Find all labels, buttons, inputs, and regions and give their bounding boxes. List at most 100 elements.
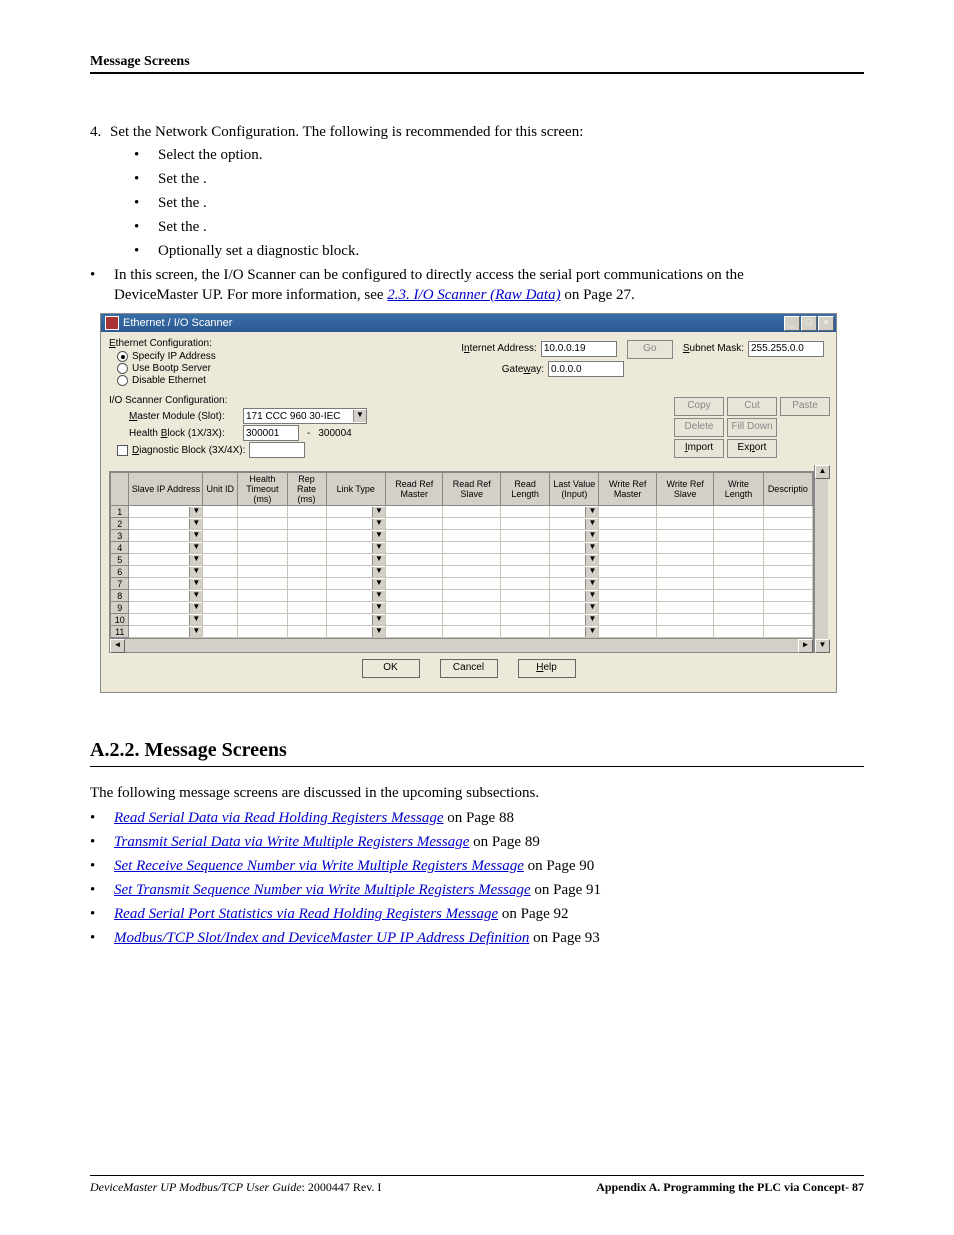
chevron-down-icon[interactable]: ▼ <box>372 555 385 565</box>
scroll-up-icon: ▲ <box>815 465 830 479</box>
list-item: •Read Serial Data via Read Holding Regis… <box>90 808 864 828</box>
outer-bullet: • In this screen, the I/O Scanner can be… <box>90 265 864 305</box>
chevron-down-icon[interactable]: ▼ <box>585 567 598 577</box>
health-from-input[interactable] <box>243 425 299 441</box>
paste-button[interactable]: Paste <box>780 397 830 416</box>
radio-specify-ip[interactable]: Specify IP Address <box>117 351 379 362</box>
table-row[interactable]: 5▼▼▼ <box>111 554 813 566</box>
chevron-down-icon[interactable]: ▼ <box>585 591 598 601</box>
cancel-button[interactable]: Cancel <box>440 659 498 678</box>
chevron-down-icon[interactable]: ▼ <box>189 543 202 553</box>
table-row[interactable]: 4▼▼▼ <box>111 542 813 554</box>
chevron-down-icon[interactable]: ▼ <box>372 567 385 577</box>
section-link[interactable]: Modbus/TCP Slot/Index and DeviceMaster U… <box>114 930 529 946</box>
eth-cfg-label: Ethernet Configuration: <box>109 338 379 349</box>
chevron-down-icon[interactable]: ▼ <box>189 567 202 577</box>
chevron-down-icon[interactable]: ▼ <box>189 615 202 625</box>
section-link[interactable]: Set Transmit Sequence Number via Write M… <box>114 882 531 898</box>
section-heading: A.2.2. Message Screens <box>90 739 864 762</box>
subnet-input[interactable] <box>748 341 824 357</box>
chevron-down-icon[interactable]: ▼ <box>372 507 385 517</box>
chevron-down-icon[interactable]: ▼ <box>189 603 202 613</box>
section-link[interactable]: Transmit Serial Data via Write Multiple … <box>114 834 469 850</box>
export-button[interactable]: Export <box>727 439 777 458</box>
table-row[interactable]: 2▼▼▼ <box>111 518 813 530</box>
ob-line2a: DeviceMaster UP. For more information, s… <box>114 287 387 303</box>
col-header: Descriptio <box>763 473 812 506</box>
table-row[interactable]: 3▼▼▼ <box>111 530 813 542</box>
chevron-down-icon[interactable]: ▼ <box>189 507 202 517</box>
section-intro: The following message screens are discus… <box>90 785 864 802</box>
close-icon[interactable]: × <box>818 316 834 331</box>
chevron-down-icon[interactable]: ▼ <box>585 543 598 553</box>
chevron-down-icon[interactable]: ▼ <box>372 591 385 601</box>
chevron-down-icon[interactable]: ▼ <box>372 579 385 589</box>
col-header: Read Ref Slave <box>443 473 500 506</box>
chevron-down-icon[interactable]: ▼ <box>372 603 385 613</box>
horizontal-scrollbar[interactable]: ◄ ► <box>110 638 813 652</box>
maximize-icon[interactable]: □ <box>801 316 817 331</box>
master-module-dropdown[interactable]: 171 CCC 960 30-IEC▼ <box>243 408 367 424</box>
chevron-down-icon[interactable]: ▼ <box>189 555 202 565</box>
chevron-down-icon[interactable]: ▼ <box>189 519 202 529</box>
titlebar: Ethernet / I/O Scanner _ □ × <box>101 314 836 332</box>
diag-checkbox[interactable] <box>117 445 128 456</box>
diag-input[interactable] <box>249 442 305 458</box>
col-header: Write Ref Slave <box>656 473 713 506</box>
copy-button[interactable]: Copy <box>674 397 724 416</box>
chevron-down-icon[interactable]: ▼ <box>372 627 385 637</box>
table-row[interactable]: 6▼▼▼ <box>111 566 813 578</box>
section-link[interactable]: Read Serial Data via Read Holding Regist… <box>114 810 444 826</box>
chevron-down-icon[interactable]: ▼ <box>585 615 598 625</box>
chevron-down-icon[interactable]: ▼ <box>189 531 202 541</box>
section-link[interactable]: Set Receive Sequence Number via Write Mu… <box>114 858 524 874</box>
go-button[interactable]: Go <box>627 340 673 359</box>
chevron-down-icon[interactable]: ▼ <box>372 519 385 529</box>
step-number: 4. <box>90 124 110 141</box>
table-row[interactable]: 10▼▼▼ <box>111 614 813 626</box>
gateway-input[interactable] <box>548 361 624 377</box>
table-row[interactable]: 11▼▼▼ <box>111 626 813 638</box>
list-item: •Set Receive Sequence Number via Write M… <box>90 856 864 876</box>
chevron-down-icon[interactable]: ▼ <box>585 579 598 589</box>
section-link[interactable]: Read Serial Port Statistics via Read Hol… <box>114 906 498 922</box>
col-header: Last Value (Input) <box>550 473 599 506</box>
table-row[interactable]: 8▼▼▼ <box>111 590 813 602</box>
chevron-down-icon[interactable]: ▼ <box>372 615 385 625</box>
chevron-down-icon[interactable]: ▼ <box>585 555 598 565</box>
radio-disable[interactable]: Disable Ethernet <box>117 375 379 386</box>
ok-button[interactable]: OK <box>362 659 420 678</box>
filldown-button[interactable]: Fill Down <box>727 418 777 437</box>
master-label: Master Module (Slot): <box>129 411 239 422</box>
sub-item: Optionally set a diagnostic block. <box>158 241 359 261</box>
table-row[interactable]: 7▼▼▼ <box>111 578 813 590</box>
chevron-down-icon[interactable]: ▼ <box>585 627 598 637</box>
delete-button[interactable]: Delete <box>674 418 724 437</box>
chevron-down-icon: ▼ <box>353 410 366 422</box>
chevron-down-icon[interactable]: ▼ <box>585 519 598 529</box>
io-scanner-link[interactable]: 2.3. I/O Scanner (Raw Data) <box>387 287 560 303</box>
chevron-down-icon[interactable]: ▼ <box>189 591 202 601</box>
chevron-down-icon[interactable]: ▼ <box>372 531 385 541</box>
chevron-down-icon[interactable]: ▼ <box>585 603 598 613</box>
sub-item: Select the option. <box>158 145 263 165</box>
vertical-scrollbar[interactable]: ▲ ▼ <box>814 465 828 653</box>
cut-button[interactable]: Cut <box>727 397 777 416</box>
chevron-down-icon[interactable]: ▼ <box>372 543 385 553</box>
help-button[interactable]: Help <box>518 659 576 678</box>
chevron-down-icon[interactable]: ▼ <box>585 531 598 541</box>
chevron-down-icon[interactable]: ▼ <box>189 579 202 589</box>
step-4: 4. Set the Network Configuration. The fo… <box>90 124 864 141</box>
table-row[interactable]: 9▼▼▼ <box>111 602 813 614</box>
table-row[interactable]: 1▼▼▼ <box>111 506 813 518</box>
diag-label: Diagnostic Block (3X/4X): <box>132 445 245 456</box>
chevron-down-icon[interactable]: ▼ <box>189 627 202 637</box>
radio-bootp[interactable]: Use Bootp Server <box>117 363 379 374</box>
internet-addr-input[interactable] <box>541 341 617 357</box>
chevron-down-icon[interactable]: ▼ <box>585 507 598 517</box>
ob-line1: In this screen, the I/O Scanner can be c… <box>114 267 744 283</box>
import-button[interactable]: Import <box>674 439 724 458</box>
health-to: 300004 <box>318 428 351 439</box>
minimize-icon[interactable]: _ <box>784 316 800 331</box>
list-item: •Modbus/TCP Slot/Index and DeviceMaster … <box>90 928 864 948</box>
